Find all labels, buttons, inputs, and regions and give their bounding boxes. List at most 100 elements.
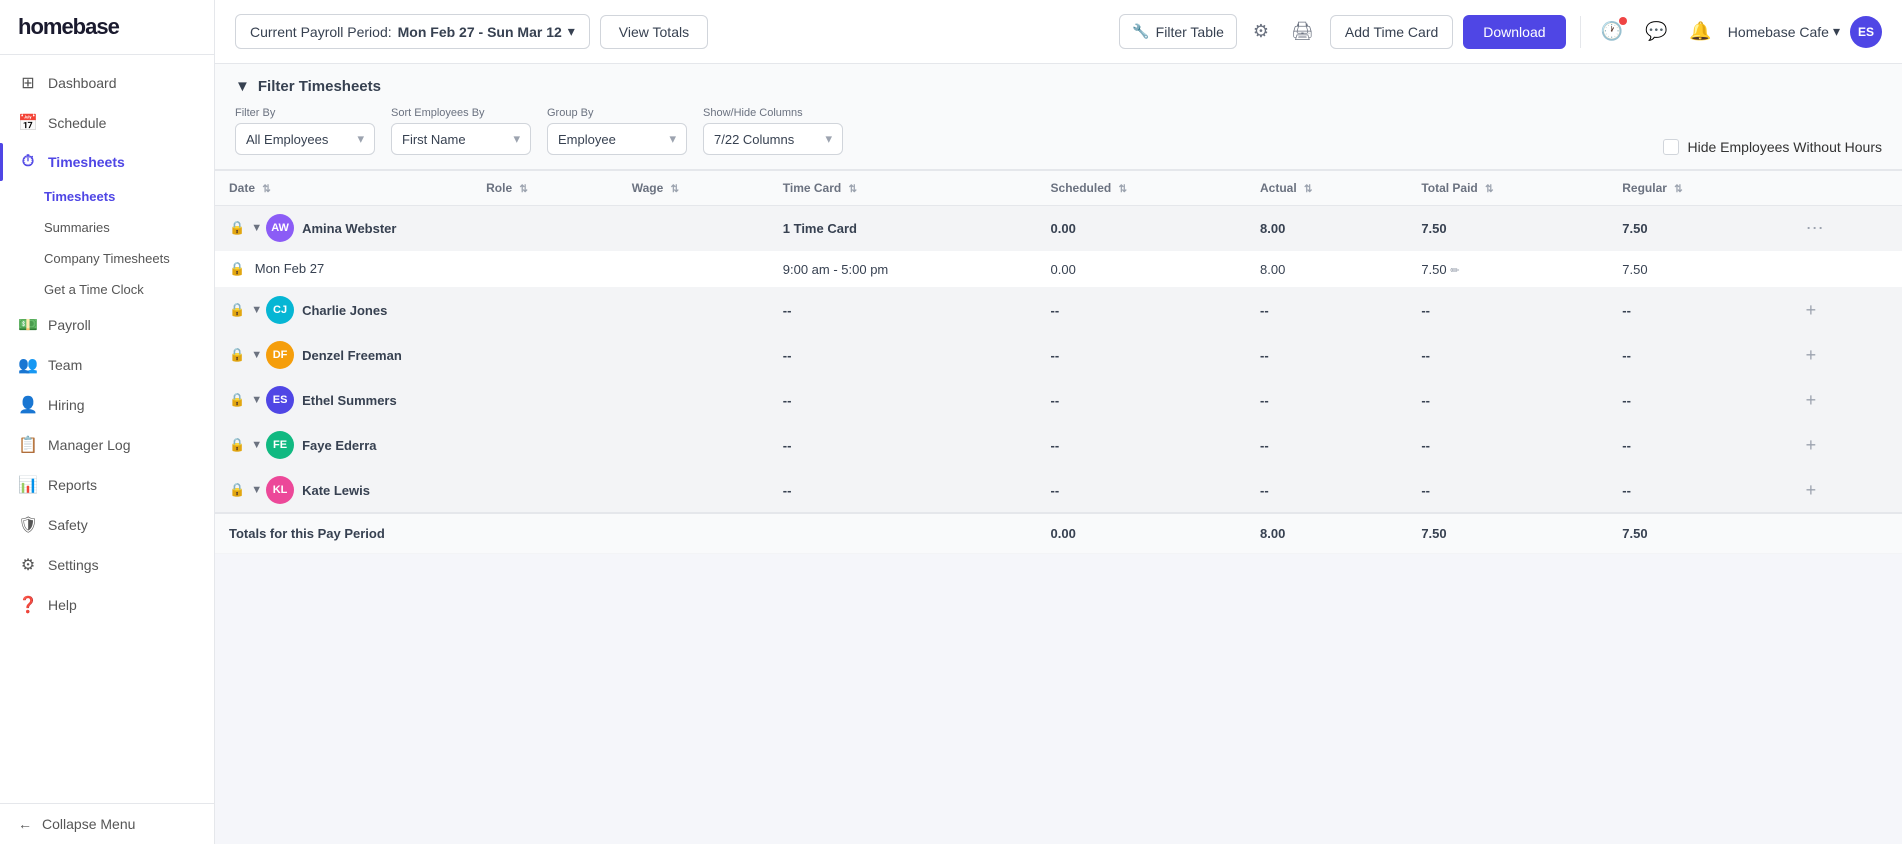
filter-by-select[interactable]: All Employees ▾ — [235, 123, 375, 155]
totals-total-paid: 7.50 — [1407, 513, 1608, 554]
sidebar-item-help[interactable]: ❓ Help — [0, 585, 214, 625]
download-button[interactable]: Download — [1463, 15, 1565, 49]
view-totals-button[interactable]: View Totals — [600, 15, 708, 49]
sort-by-select[interactable]: First Name ▾ — [391, 123, 531, 155]
employee-group-row: 🔒 ▼ KL Kate Lewis -- -- -- -- -- + — [215, 468, 1902, 514]
emp-actions: + — [1786, 333, 1902, 378]
sub-item-label: Timesheets — [44, 189, 115, 204]
topbar: Current Payroll Period: Mon Feb 27 - Sun… — [215, 0, 1902, 64]
sidebar-item-reports[interactable]: 📊 Reports — [0, 465, 214, 505]
sidebar-item-safety[interactable]: 🛡 Safety — [0, 505, 214, 545]
add-time-card-button[interactable]: Add Time Card — [1330, 15, 1453, 49]
filter-timesheets-toggle[interactable]: ▼ Filter Timesheets — [235, 78, 1882, 95]
sort-icon: ⇅ — [519, 184, 527, 195]
sort-icon: ⇅ — [1485, 184, 1493, 195]
col-time-card[interactable]: Time Card ⇅ — [769, 171, 1037, 206]
add-timecard-button[interactable]: + — [1800, 298, 1823, 323]
sidebar-item-team[interactable]: 👥 Team — [0, 345, 214, 385]
row-actual: 8.00 — [1246, 251, 1407, 288]
sidebar-item-hiring[interactable]: 👤 Hiring — [0, 385, 214, 425]
row-regular: 7.50 — [1608, 251, 1785, 288]
chevron-down-icon: ▾ — [568, 23, 575, 40]
chevron-down-icon: ▾ — [669, 131, 676, 147]
sort-by-group: Sort Employees By First Name ▾ — [391, 107, 531, 155]
sidebar: homebase ⊞ Dashboard 📅 Schedule ⏱ Timesh… — [0, 0, 215, 844]
settings-gear-button[interactable]: ⚙ — [1247, 15, 1275, 48]
collapse-icon[interactable]: ▼ — [251, 439, 262, 451]
reports-icon: 📊 — [18, 475, 38, 495]
emp-actual: -- — [1246, 468, 1407, 514]
sidebar-item-label: Timesheets — [48, 154, 125, 170]
messages-button[interactable]: 💬 — [1639, 15, 1673, 48]
emp-regular: -- — [1608, 333, 1785, 378]
sidebar-item-settings[interactable]: ⚙ Settings — [0, 545, 214, 585]
sidebar-item-timesheets[interactable]: ⏱ Timesheets — [0, 143, 214, 181]
hide-employees-checkbox[interactable] — [1663, 139, 1679, 155]
collapse-icon[interactable]: ▼ — [251, 349, 262, 361]
emp-total-paid: -- — [1407, 468, 1608, 514]
chevron-down-icon: ▾ — [825, 131, 832, 147]
group-by-group: Group By Employee ▾ — [547, 107, 687, 155]
show-hide-group: Show/Hide Columns 7/22 Columns ▾ — [703, 107, 843, 155]
employee-name: Charlie Jones — [302, 303, 387, 318]
add-timecard-button[interactable]: + — [1800, 433, 1823, 458]
main-content: Current Payroll Period: Mon Feb 27 - Sun… — [215, 0, 1902, 844]
edit-icon[interactable]: ✏ — [1450, 265, 1459, 277]
sub-item-label: Company Timesheets — [44, 251, 170, 266]
col-total-paid[interactable]: Total Paid ⇅ — [1407, 171, 1608, 206]
employee-avatar: FE — [266, 431, 294, 459]
hiring-icon: 👤 — [18, 395, 38, 415]
payroll-period-button[interactable]: Current Payroll Period: Mon Feb 27 - Sun… — [235, 14, 590, 49]
emp-time-cards: -- — [769, 333, 1037, 378]
emp-time-cards: 1 Time Card — [769, 206, 1037, 251]
calendar-icon: 📅 — [18, 113, 38, 133]
lock-icon: 🔒 — [229, 347, 245, 363]
group-by-select[interactable]: Employee ▾ — [547, 123, 687, 155]
emp-actions: ⋯ — [1786, 206, 1902, 251]
hide-employees-label: Hide Employees Without Hours — [1687, 139, 1882, 155]
print-button[interactable]: 🖨 — [1285, 15, 1320, 48]
col-role[interactable]: Role ⇅ — [472, 171, 618, 206]
filter-by-value: All Employees — [246, 132, 328, 147]
chevron-down-icon: ▾ — [513, 131, 520, 147]
employee-name: Amina Webster — [302, 221, 396, 236]
employee-avatar: AW — [266, 214, 294, 242]
emp-actual: -- — [1246, 288, 1407, 333]
show-hide-select[interactable]: 7/22 Columns ▾ — [703, 123, 843, 155]
col-actual[interactable]: Actual ⇅ — [1246, 171, 1407, 206]
collapse-icon[interactable]: ▼ — [251, 394, 262, 406]
employee-group-row: 🔒 ▼ DF Denzel Freeman -- -- -- -- -- + — [215, 333, 1902, 378]
add-timecard-button[interactable]: + — [1800, 478, 1823, 503]
add-timecard-button[interactable]: + — [1800, 343, 1823, 368]
sort-icon: ⇅ — [671, 184, 679, 195]
user-avatar[interactable]: ES — [1850, 16, 1882, 48]
row-actions — [1786, 251, 1902, 288]
row-scheduled: 0.00 — [1037, 251, 1246, 288]
homebase-cafe-button[interactable]: Homebase Cafe ▾ — [1728, 23, 1840, 40]
sidebar-item-get-time-clock[interactable]: Get a Time Clock — [0, 274, 214, 305]
notifications-button[interactable]: 🔔 — [1683, 15, 1717, 48]
add-timecard-button[interactable]: ⋯ — [1800, 216, 1830, 241]
sidebar-item-payroll[interactable]: 💵 Payroll — [0, 305, 214, 345]
sidebar-item-company-timesheets[interactable]: Company Timesheets — [0, 243, 214, 274]
manager-log-icon: 📋 — [18, 435, 38, 455]
filter-table-button[interactable]: 🔧 Filter Table — [1119, 14, 1237, 49]
row-wage — [618, 251, 769, 288]
sidebar-item-summaries[interactable]: Summaries — [0, 212, 214, 243]
emp-regular: -- — [1608, 378, 1785, 423]
emp-total-paid: -- — [1407, 288, 1608, 333]
add-timecard-button[interactable]: + — [1800, 388, 1823, 413]
sidebar-item-schedule[interactable]: 📅 Schedule — [0, 103, 214, 143]
sidebar-item-manager-log[interactable]: 📋 Manager Log — [0, 425, 214, 465]
collapse-icon[interactable]: ▼ — [251, 304, 262, 316]
col-scheduled[interactable]: Scheduled ⇅ — [1037, 171, 1246, 206]
collapse-icon[interactable]: ▼ — [251, 222, 262, 234]
col-date[interactable]: Date ⇅ — [215, 171, 472, 206]
collapse-icon[interactable]: ▼ — [251, 484, 262, 496]
col-regular[interactable]: Regular ⇅ — [1608, 171, 1785, 206]
row-role — [472, 251, 618, 288]
collapse-menu-button[interactable]: ← Collapse Menu — [0, 803, 214, 844]
col-wage[interactable]: Wage ⇅ — [618, 171, 769, 206]
sidebar-item-dashboard[interactable]: ⊞ Dashboard — [0, 63, 214, 103]
sidebar-item-timesheets-sub[interactable]: Timesheets — [0, 181, 214, 212]
